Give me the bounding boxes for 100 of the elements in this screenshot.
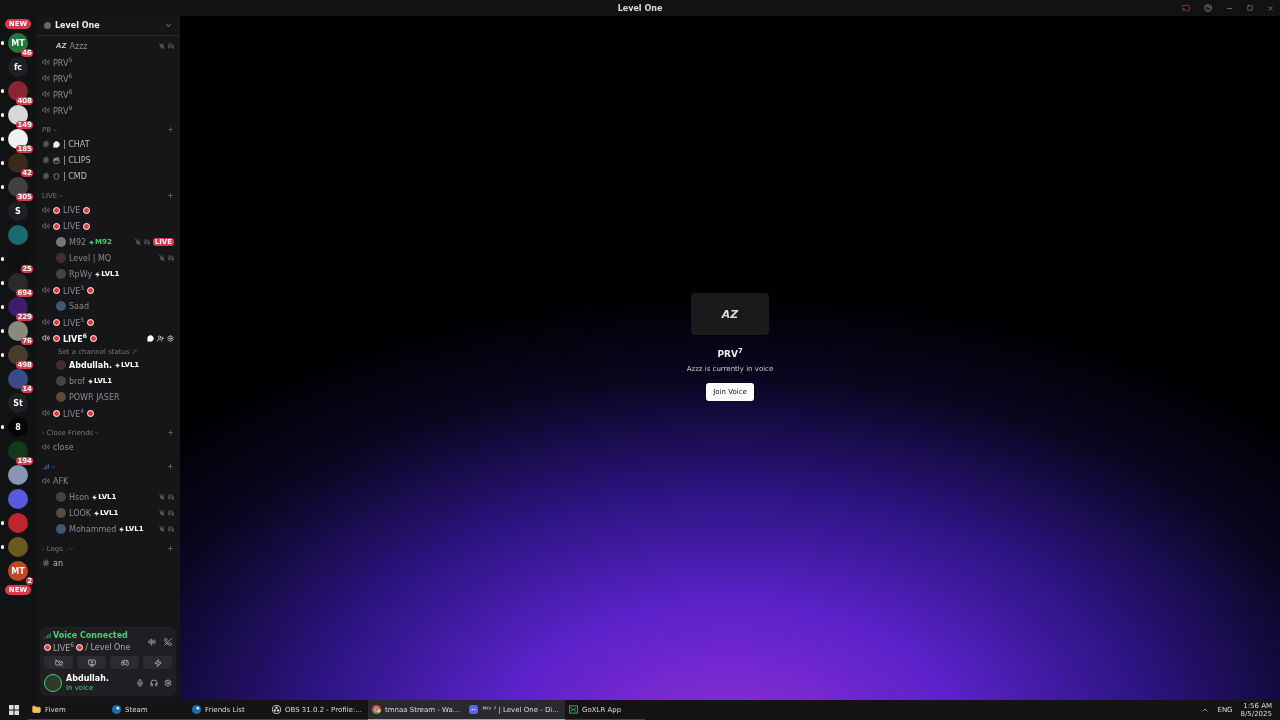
- screen-share-icon: [87, 658, 96, 667]
- voice-channel[interactable]: AFK: [53, 476, 69, 486]
- speaker-icon: [42, 477, 50, 485]
- user-name: Abdullah.: [66, 674, 109, 683]
- camera-button[interactable]: [44, 656, 73, 669]
- live-dot-icon: [87, 318, 95, 326]
- speaker-icon: [42, 222, 50, 230]
- server-icon[interactable]: 8: [8, 417, 28, 437]
- camera-off-icon: [54, 658, 63, 667]
- speaker-icon: [42, 206, 50, 214]
- steam-icon: [112, 705, 121, 714]
- voice-channel[interactable]: LIVE$^{4}$: [63, 407, 85, 419]
- soundboard-button[interactable]: [143, 656, 172, 669]
- goxlr-icon: [569, 705, 578, 714]
- help-icon[interactable]: [1204, 4, 1212, 12]
- lightning-icon: [94, 510, 99, 516]
- headphones-off-icon: [168, 255, 174, 261]
- signal-icon: [44, 632, 51, 640]
- speaker-icon: [42, 409, 50, 417]
- hash-icon: [42, 172, 50, 180]
- member-name[interactable]: Mohammed: [69, 524, 117, 534]
- activity-button[interactable]: [110, 656, 139, 669]
- live-dot-icon: [89, 334, 97, 342]
- speaker-icon: [42, 106, 50, 114]
- user-avatar[interactable]: [44, 674, 62, 692]
- live-dot-icon: [76, 643, 84, 651]
- chat-icon[interactable]: [147, 334, 154, 342]
- headphones-off-icon: [168, 43, 174, 49]
- text-channel[interactable]: | CLIPS: [63, 155, 91, 165]
- live-dot-icon: [83, 222, 91, 230]
- screen-share-button[interactable]: [77, 656, 106, 669]
- settings-icon[interactable]: [164, 679, 172, 687]
- steam-icon: [192, 705, 201, 714]
- voice-channel[interactable]: PRV$^{8}$: [53, 88, 73, 100]
- lightning-icon: [114, 362, 120, 368]
- member-name[interactable]: RpWy: [69, 269, 93, 279]
- member-name[interactable]: LOOK: [69, 508, 91, 518]
- lightning-icon: [119, 526, 125, 532]
- headphones-off-icon: [143, 239, 150, 245]
- voice-channel[interactable]: PRV$^{5}$: [53, 56, 73, 68]
- server-logo: AZ: [691, 293, 769, 335]
- server-icon[interactable]: [8, 465, 28, 485]
- mic-icon[interactable]: [136, 679, 144, 687]
- voice-server-name[interactable]: / Level One: [85, 642, 131, 652]
- voice-status: Voice Connected: [53, 631, 128, 641]
- member-name[interactable]: Saad: [69, 301, 89, 311]
- speaker-icon: [42, 286, 50, 294]
- speaker-icon: [42, 318, 50, 326]
- voice-channel[interactable]: PRV$^{9}$: [53, 104, 73, 116]
- voice-channel[interactable]: PRV$^{6}$: [53, 72, 73, 84]
- speaker-icon: [42, 58, 50, 66]
- voice-channel[interactable]: LIVE: [63, 221, 81, 231]
- lightning-icon: [153, 658, 162, 667]
- bars-icon[interactable]: [42, 463, 49, 470]
- text-channel[interactable]: an: [53, 558, 63, 568]
- text-channel[interactable]: | CMD: [63, 171, 87, 181]
- close-icon[interactable]: [1267, 4, 1274, 12]
- server-icon[interactable]: MT: [8, 561, 28, 581]
- chevron-up-icon[interactable]: [1201, 706, 1210, 714]
- noise-icon[interactable]: [148, 638, 156, 647]
- voice-channel[interactable]: LIVE: [63, 205, 81, 215]
- member-name[interactable]: M92: [69, 237, 87, 247]
- speaker-icon: [42, 74, 50, 82]
- hash-icon: [42, 140, 50, 148]
- chevron-down-icon[interactable]: [165, 22, 172, 29]
- pencil-icon: [131, 349, 137, 354]
- maximize-icon[interactable]: [1247, 5, 1253, 11]
- channel-title: PRV$^{7}$: [717, 347, 743, 359]
- folder-icon: [32, 705, 41, 714]
- live-dot-icon: [44, 643, 51, 651]
- lightning-icon: [89, 239, 95, 245]
- avatar: [56, 301, 66, 311]
- invite-icon[interactable]: [157, 334, 164, 342]
- hash-icon: [42, 156, 50, 164]
- member-name[interactable]: Abdullah.: [69, 360, 112, 370]
- member-name[interactable]: Azzz: [69, 41, 88, 51]
- speaker-icon: [42, 443, 50, 451]
- voice-channel[interactable]: LIVE$^{5}$: [63, 316, 85, 328]
- text-channel[interactable]: | CHAT: [63, 139, 90, 149]
- member-name[interactable]: brof: [69, 376, 85, 386]
- voice-channel[interactable]: close: [53, 442, 74, 452]
- voice-channel[interactable]: LIVE$^{3}$: [63, 284, 85, 296]
- server-icon[interactable]: St: [8, 393, 28, 413]
- voice-channel[interactable]: LIVE$^{6}$: [63, 332, 87, 344]
- server-icon[interactable]: fc: [8, 57, 28, 77]
- member-name[interactable]: Hson: [69, 492, 90, 502]
- voice-channel-name[interactable]: LIVE$^{6}$: [53, 641, 75, 653]
- server-name[interactable]: Level One: [55, 21, 100, 30]
- member-name[interactable]: Level | MQ: [69, 253, 112, 263]
- member-name[interactable]: POWR JASER: [69, 392, 120, 402]
- window-title: Level One: [617, 3, 663, 13]
- server-icon[interactable]: S: [8, 201, 28, 221]
- speaker-icon: [42, 90, 50, 98]
- discord-icon: [469, 705, 479, 714]
- headphones-icon[interactable]: [150, 679, 158, 687]
- clapperboard-icon: [53, 156, 60, 164]
- obs-icon: [272, 705, 281, 714]
- headphones-off-icon: [168, 494, 174, 500]
- hash-icon: [42, 559, 50, 567]
- lightning-icon: [95, 271, 101, 277]
